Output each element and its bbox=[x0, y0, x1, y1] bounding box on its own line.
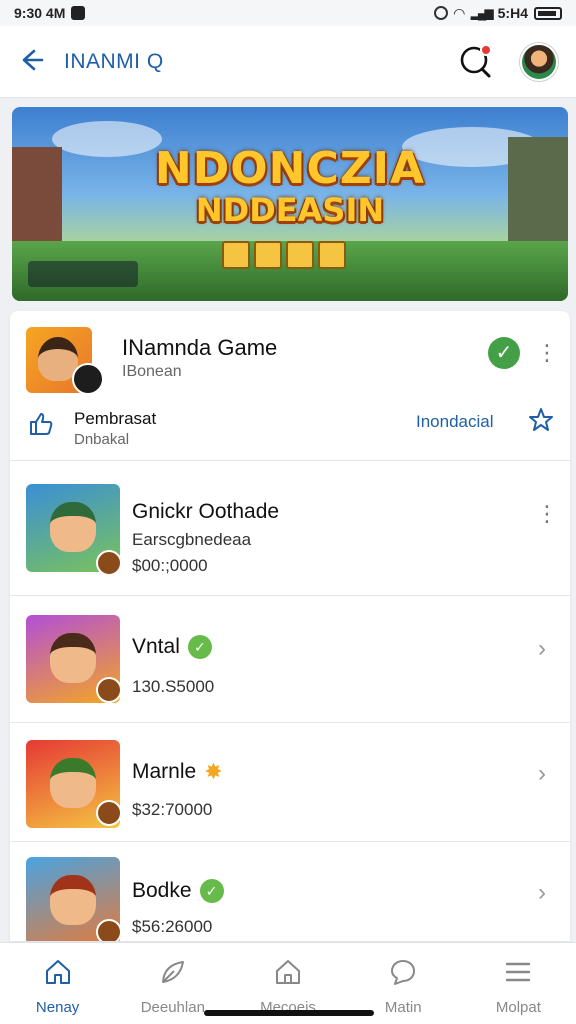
status-bar: 9:30 4M ◠ ▂▄▆ 5:H4 bbox=[0, 0, 576, 26]
banner-title-line1: NDONCZIA bbox=[154, 143, 426, 194]
character-face bbox=[50, 758, 96, 808]
leaf-icon bbox=[157, 957, 189, 989]
chevron-right-icon[interactable]: › bbox=[538, 879, 546, 907]
chevron-right-icon[interactable]: › bbox=[538, 760, 546, 788]
game-badge-icon bbox=[96, 919, 122, 941]
nav-label: Molpat bbox=[495, 999, 541, 1016]
wifi-icon: ◠ bbox=[453, 4, 465, 21]
banner-tile bbox=[254, 241, 282, 269]
banner-tile bbox=[286, 241, 314, 269]
search-icon[interactable] bbox=[456, 42, 496, 82]
more-options-icon[interactable]: ⋮ bbox=[536, 500, 558, 528]
chevron-right-icon[interactable]: › bbox=[538, 635, 546, 663]
nav-label: Deeuhlan bbox=[140, 999, 205, 1016]
featured-action-sublabel: Dnbakal bbox=[74, 431, 130, 448]
page-title: INANMI Q bbox=[64, 49, 164, 73]
game-badge-icon bbox=[96, 677, 122, 703]
status-left: 9:30 4M bbox=[14, 5, 86, 21]
nav-item-molpat[interactable]: Molpat bbox=[461, 943, 576, 1024]
featured-title: INamnda Game bbox=[122, 335, 278, 360]
menu-icon bbox=[502, 957, 534, 989]
game-badge-icon bbox=[96, 800, 122, 826]
game-list: INamnda Game IBonean ✓ ⋮ Pembrasat Dnbak… bbox=[10, 311, 570, 941]
game-badge-icon bbox=[96, 550, 122, 576]
game-price: $00:;0000 bbox=[132, 556, 208, 575]
list-item[interactable]: Vntal ✓ 130.S5000 › bbox=[10, 597, 570, 723]
verified-check-icon[interactable]: ✓ bbox=[488, 337, 520, 369]
house-icon bbox=[272, 957, 304, 989]
game-title: Vntal bbox=[132, 635, 180, 658]
star-icon[interactable] bbox=[528, 407, 556, 435]
nav-label: Nenay bbox=[35, 999, 80, 1016]
banner-hud bbox=[28, 261, 138, 287]
list-item[interactable]: Marnle ✸ $32:70000 › bbox=[10, 724, 570, 842]
notification-app-icon bbox=[71, 6, 86, 20]
nav-label: Matin bbox=[384, 999, 422, 1016]
banner-title-line2: NDDEASIN bbox=[195, 191, 385, 229]
character-face bbox=[50, 875, 96, 925]
game-price: 130.S5000 bbox=[132, 677, 215, 696]
featured-subtitle: IBonean bbox=[122, 363, 182, 380]
game-title-row: Bodke ✓ bbox=[132, 879, 224, 904]
sun-icon: ✸ bbox=[204, 759, 223, 785]
banner-tile bbox=[318, 241, 346, 269]
status-right: ◠ ▂▄▆ 5:H4 bbox=[433, 4, 562, 22]
game-title-row: Vntal ✓ bbox=[132, 635, 212, 660]
home-indicator[interactable] bbox=[204, 1010, 374, 1016]
alarm-icon bbox=[433, 6, 448, 20]
featured-badge-icon bbox=[72, 363, 104, 395]
character-face bbox=[50, 502, 96, 552]
list-item[interactable]: Bodke ✓ $56:26000 › bbox=[10, 843, 570, 941]
chat-icon bbox=[387, 957, 419, 989]
banner-tile bbox=[222, 241, 250, 269]
character-face bbox=[50, 633, 96, 683]
game-title: Bodke bbox=[132, 879, 192, 902]
game-price: $56:26000 bbox=[132, 917, 213, 936]
featured-action-label: Pembrasat bbox=[74, 409, 157, 428]
game-description: Earscgbnedeaa bbox=[132, 530, 252, 549]
game-title: Marnle bbox=[132, 760, 197, 783]
status-right-text: 5:H4 bbox=[497, 5, 528, 21]
game-price: $32:70000 bbox=[132, 800, 213, 819]
verified-icon: ✓ bbox=[199, 879, 224, 904]
avatar[interactable] bbox=[520, 42, 558, 81]
thumbs-up-icon[interactable] bbox=[28, 411, 56, 439]
back-arrow-icon[interactable] bbox=[18, 47, 48, 77]
banner-tiles bbox=[222, 241, 346, 269]
game-title-row: Marnle ✸ bbox=[132, 760, 228, 784]
signal-icon: ▂▄▆ bbox=[470, 6, 494, 20]
promo-banner[interactable]: NDONCZIA NDDEASIN bbox=[12, 107, 568, 301]
game-title: Gnickr Oothade bbox=[132, 500, 280, 523]
battery-icon bbox=[534, 6, 562, 20]
notification-dot bbox=[480, 43, 492, 56]
app-header: INANMI Q bbox=[0, 26, 576, 98]
list-item[interactable]: Gnickr Oothade Earscgbnedeaa $00:;0000 ⋮ bbox=[10, 462, 570, 596]
featured-link[interactable]: Inondacial bbox=[416, 412, 494, 432]
nav-item-nenay[interactable]: Nenay bbox=[0, 943, 115, 1024]
featured-game: INamnda Game IBonean ✓ ⋮ Pembrasat Dnbak… bbox=[10, 311, 570, 461]
verified-icon: ✓ bbox=[187, 635, 212, 660]
home-icon bbox=[42, 957, 74, 989]
more-options-icon[interactable]: ⋮ bbox=[536, 339, 558, 367]
status-time: 9:30 4M bbox=[14, 5, 66, 21]
